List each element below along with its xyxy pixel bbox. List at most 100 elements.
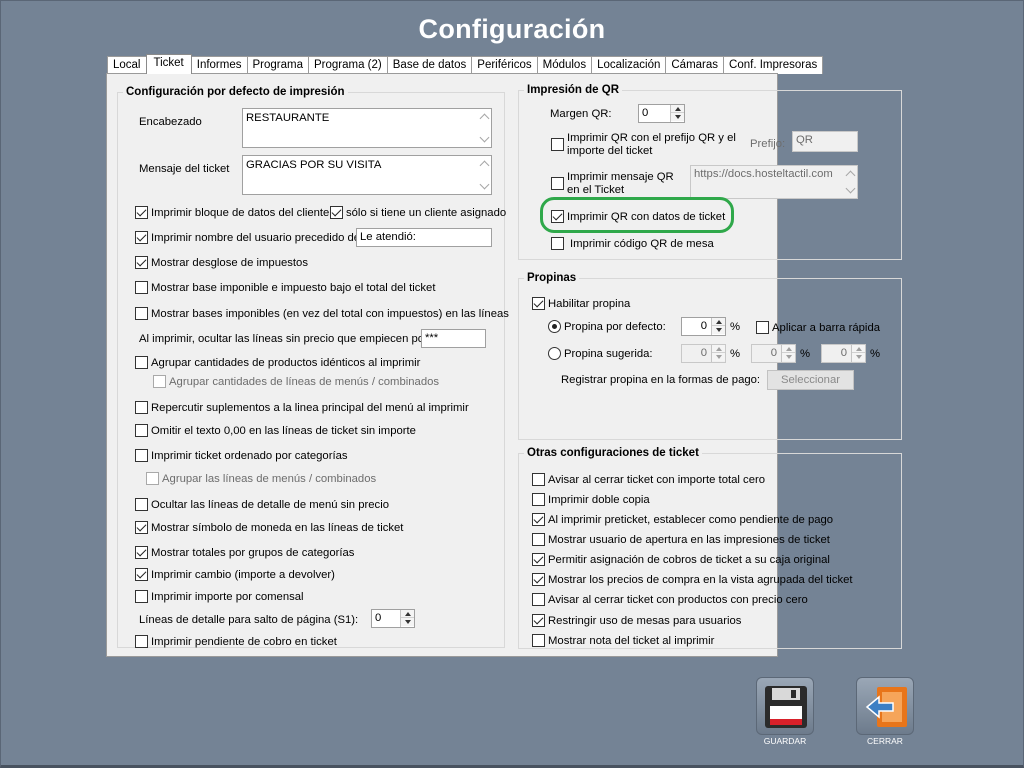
suggested-tip-2-stepper[interactable]: 0 [751, 344, 796, 363]
show-tax-bases-lines-checkbox[interactable]: Mostrar bases imponibles (en vez del tot… [135, 307, 509, 320]
hide-lines-input[interactable]: *** [421, 329, 486, 348]
tab-informes[interactable]: Informes [190, 56, 248, 74]
tab-local[interactable]: Local [107, 56, 147, 74]
tab-perifericos[interactable]: Periféricos [471, 56, 538, 74]
qr-message-scrollbar[interactable] [843, 166, 857, 198]
qr-message-url-text: https://docs.hosteltactil.com [694, 168, 833, 180]
tab-ticket[interactable]: Ticket [145, 54, 192, 74]
suggested-tip-1-stepper[interactable]: 0 [681, 344, 726, 363]
checkbox-label: Imprimir bloque de datos del cliente [151, 206, 330, 219]
checkbox-label: Repercutir suplementos a la linea princi… [151, 401, 469, 414]
print-tax-base-checkbox[interactable]: Mostrar base imponible e impuesto bajo e… [135, 281, 435, 294]
spin-up-icon[interactable] [782, 345, 795, 353]
print-pending-checkbox[interactable]: Imprimir pendiente de cobro en ticket [135, 635, 337, 648]
checkbox-unchecked-icon [756, 321, 769, 334]
other-item-opening-user-checkbox[interactable]: Mostrar usuario de apertura en las impre… [532, 533, 830, 546]
other-item-ticket-note-checkbox[interactable]: Mostrar nota del ticket al imprimir [532, 634, 714, 647]
checkbox-label: Avisar al cerrar ticket con productos co… [548, 593, 808, 606]
header-memo-scrollbar[interactable] [477, 109, 491, 147]
hide-menu-detail-checkbox[interactable]: Ocultar las líneas de detalle de menú si… [135, 498, 389, 511]
checkbox-label: Imprimir pendiente de cobro en ticket [151, 635, 337, 648]
tab-programa[interactable]: Programa [246, 56, 309, 74]
checkbox-label: Omitir el texto 0,00 en las líneas de ti… [151, 424, 416, 437]
message-memo-scrollbar[interactable] [477, 156, 491, 194]
select-payment-button[interactable]: Seleccionar [767, 370, 854, 390]
page-break-stepper[interactable]: 0 [371, 609, 415, 628]
spin-up-icon[interactable] [712, 318, 725, 326]
suggested-tip-radio[interactable]: Propina sugerida: [548, 347, 653, 360]
other-item-restrict-tables-checkbox[interactable]: Restringir uso de mesas para usuarios [532, 614, 741, 627]
group-menu-lines-checkbox[interactable]: Agrupar cantidades de líneas de menús / … [153, 375, 439, 388]
only-if-client-checkbox[interactable]: sólo si tiene un cliente asignado [330, 206, 506, 219]
print-per-diner-checkbox[interactable]: Imprimir importe por comensal [135, 590, 304, 603]
checkbox-label: Mostrar base imponible e impuesto bajo e… [151, 281, 436, 294]
checkbox-label: Mostrar desglose de impuestos [151, 256, 308, 269]
other-item-zero-price-products-checkbox[interactable]: Avisar al cerrar ticket con productos co… [532, 593, 808, 606]
qr-margin-stepper[interactable]: 0 [638, 104, 685, 123]
other-item-purchase-prices-checkbox[interactable]: Mostrar los precios de compra en la vist… [532, 573, 853, 586]
print-by-category-checkbox[interactable]: Imprimir ticket ordenado por categorías [135, 449, 348, 462]
spin-up-icon[interactable] [401, 610, 414, 618]
checkbox-label: Avisar al cerrar ticket con importe tota… [548, 473, 766, 486]
tab-camaras[interactable]: Cámaras [665, 56, 725, 74]
checkbox-unchecked-icon [532, 473, 545, 486]
show-category-totals-checkbox[interactable]: Mostrar totales por grupos de categorías [135, 546, 354, 559]
checkbox-checked-icon [135, 256, 148, 269]
tab-programa-2[interactable]: Programa (2) [308, 56, 388, 74]
spin-up-icon[interactable] [712, 345, 725, 353]
group-menu-lines-2-checkbox[interactable]: Agrupar las líneas de menús / combinados [146, 472, 376, 485]
print-user-name-checkbox[interactable]: Imprimir nombre del usuario precedido de… [135, 231, 363, 244]
checkbox-checked-icon [135, 206, 148, 219]
print-change-checkbox[interactable]: Imprimir cambio (importe a devolver) [135, 568, 335, 581]
tab-modulos[interactable]: Módulos [536, 56, 593, 74]
checkbox-label: Imprimir QR con el prefijo QR y el impor… [567, 132, 736, 157]
pass-supplements-checkbox[interactable]: Repercutir suplementos a la linea princi… [135, 401, 469, 414]
spin-down-icon[interactable] [712, 353, 725, 361]
tab-conf-impresoras[interactable]: Conf. Impresoras [723, 56, 824, 74]
checkbox-unchecked-icon [146, 472, 159, 485]
message-memo[interactable]: GRACIAS POR SU VISITA [242, 155, 492, 195]
spin-down-icon[interactable] [852, 353, 865, 361]
checkbox-label: Al imprimir preticket, establecer como p… [548, 513, 834, 526]
register-tip-label: Registrar propina en la formas de pago: [561, 374, 761, 386]
other-item-preticket-pending-checkbox[interactable]: Al imprimir preticket, establecer como p… [532, 513, 833, 526]
qr-message-checkbox[interactable]: Imprimir mensaje QR en el Ticket [551, 171, 687, 197]
show-currency-checkbox[interactable]: Mostrar símbolo de moneda en las líneas … [135, 521, 403, 534]
user-prefix-input[interactable]: Le atendió: [356, 228, 492, 247]
tab-base-de-datos[interactable]: Base de datos [386, 56, 473, 74]
tab-localizacion[interactable]: Localización [591, 56, 667, 74]
save-button[interactable] [756, 677, 814, 735]
spin-down-icon[interactable] [671, 113, 684, 121]
tips-group: Propinas Habilitar propina Propina por d… [518, 271, 902, 440]
spin-down-icon[interactable] [712, 326, 725, 334]
exit-door-icon [865, 687, 907, 727]
enable-tip-checkbox[interactable]: Habilitar propina [532, 297, 630, 310]
close-button[interactable] [856, 677, 914, 735]
spin-up-icon[interactable] [671, 105, 684, 113]
header-memo[interactable]: RESTAURANTE [242, 108, 492, 148]
print-defaults-title: Configuración por defecto de impresión [123, 85, 348, 99]
spin-down-icon[interactable] [401, 618, 414, 626]
checkbox-label: Agrupar cantidades de productos idéntico… [151, 356, 421, 369]
page-break-value: 0 [375, 612, 382, 624]
qr-table-code-checkbox[interactable]: Imprimir código QR de mesa [551, 237, 714, 250]
other-item-original-cash-checkbox[interactable]: Permitir asignación de cobros de ticket … [532, 553, 830, 566]
checkbox-label: Mostrar bases imponibles (en vez del tot… [151, 307, 509, 320]
show-tax-breakdown-checkbox[interactable]: Mostrar desglose de impuestos [135, 256, 308, 269]
qr-prefix-checkbox[interactable]: Imprimir QR con el prefijo QR y el impor… [551, 132, 737, 158]
qr-group-title: Impresión de QR [524, 83, 623, 97]
suggested-tip-3-stepper[interactable]: 0 [821, 344, 866, 363]
other-item-double-copy-checkbox[interactable]: Imprimir doble copia [532, 493, 650, 506]
default-tip-radio[interactable]: Propina por defecto: [548, 320, 666, 333]
other-item-zero-total-checkbox[interactable]: Avisar al cerrar ticket con importe tota… [532, 473, 765, 486]
qr-message-url-input[interactable]: https://docs.hosteltactil.com [690, 165, 858, 199]
spin-up-icon[interactable] [852, 345, 865, 353]
omit-zero-text-checkbox[interactable]: Omitir el texto 0,00 en las líneas de ti… [135, 424, 416, 437]
checkbox-label: Agrupar las líneas de menús / combinados [162, 472, 377, 485]
print-client-block-checkbox[interactable]: Imprimir bloque de datos del cliente [135, 206, 329, 219]
group-identical-checkbox[interactable]: Agrupar cantidades de productos idéntico… [135, 356, 420, 369]
quick-bar-checkbox[interactable]: Aplicar a barra rápida [756, 321, 880, 334]
spin-down-icon[interactable] [782, 353, 795, 361]
default-tip-stepper[interactable]: 0 [681, 317, 726, 336]
qr-prefix-input[interactable]: QR [792, 131, 858, 152]
